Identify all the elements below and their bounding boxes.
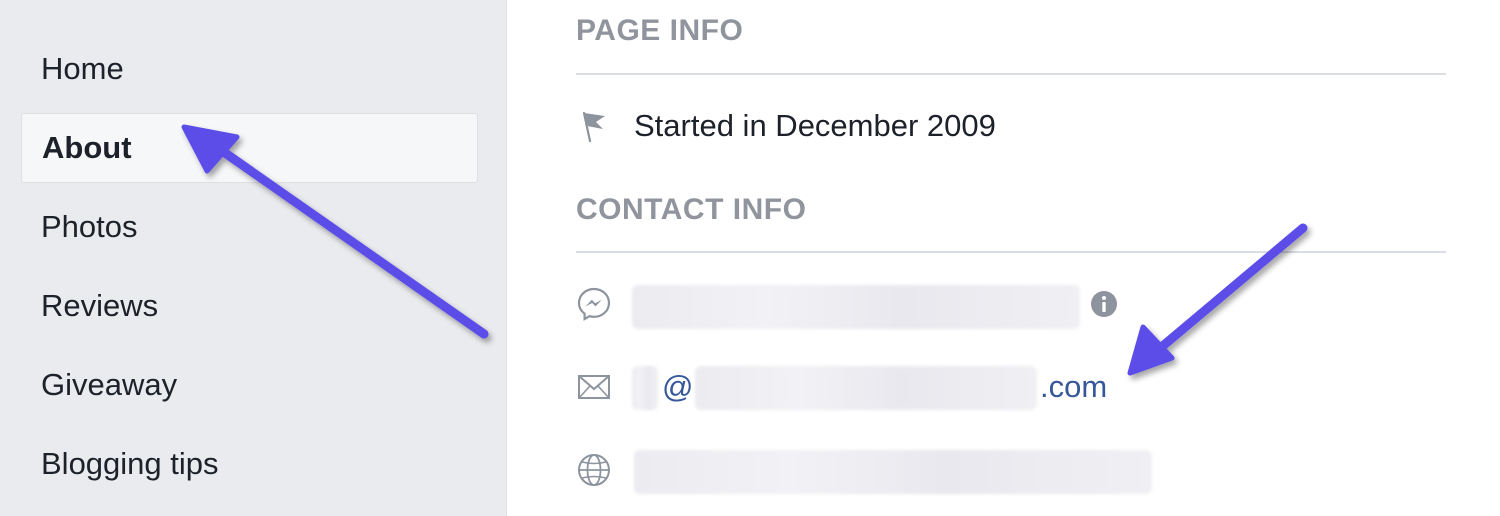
email-row	[576, 369, 612, 405]
redacted-email-user	[632, 366, 658, 410]
globe-icon	[576, 452, 612, 488]
sidebar-item-blogging-tips[interactable]: Blogging tips	[21, 429, 478, 499]
started-row: Started in December 2009	[576, 108, 996, 144]
sidebar-item-label: Blogging tips	[41, 446, 219, 481]
redacted-email-domain	[695, 366, 1037, 410]
sidebar-item-home[interactable]: Home	[21, 34, 478, 104]
redacted-messenger-link[interactable]	[632, 285, 1080, 329]
arrow-to-email	[1127, 223, 1308, 376]
sidebar-item-label: Home	[41, 51, 124, 86]
sidebar-item-label: Photos	[41, 209, 138, 244]
messenger-icon	[576, 286, 612, 322]
messenger-row	[576, 286, 612, 322]
email-domain-suffix[interactable]: .com	[1040, 369, 1107, 405]
sidebar-item-label: About	[42, 130, 132, 165]
sidebar-item-label: Giveaway	[41, 367, 178, 402]
started-date-text: Started in December 2009	[634, 108, 996, 143]
flag-icon	[576, 108, 612, 144]
website-row	[576, 452, 612, 488]
sidebar-item-reviews[interactable]: Reviews	[21, 271, 478, 341]
sidebar-item-photos[interactable]: Photos	[21, 192, 478, 262]
envelope-icon	[576, 369, 612, 405]
info-icon[interactable]	[1090, 290, 1118, 323]
page-sidebar: Home About Photos Reviews Giveaway Blogg…	[0, 0, 507, 516]
email-at-sign[interactable]: @	[662, 369, 693, 405]
section-divider	[576, 251, 1446, 253]
sidebar-item-label: Reviews	[41, 288, 159, 323]
page-root: Home About Photos Reviews Giveaway Blogg…	[0, 0, 1500, 516]
section-divider	[576, 73, 1446, 75]
sidebar-item-giveaway[interactable]: Giveaway	[21, 350, 478, 420]
redacted-website-link[interactable]	[634, 450, 1152, 494]
sidebar-item-about[interactable]: About	[21, 113, 478, 183]
contact-info-heading: CONTACT INFO	[576, 193, 807, 226]
page-info-heading: PAGE INFO	[576, 14, 744, 47]
